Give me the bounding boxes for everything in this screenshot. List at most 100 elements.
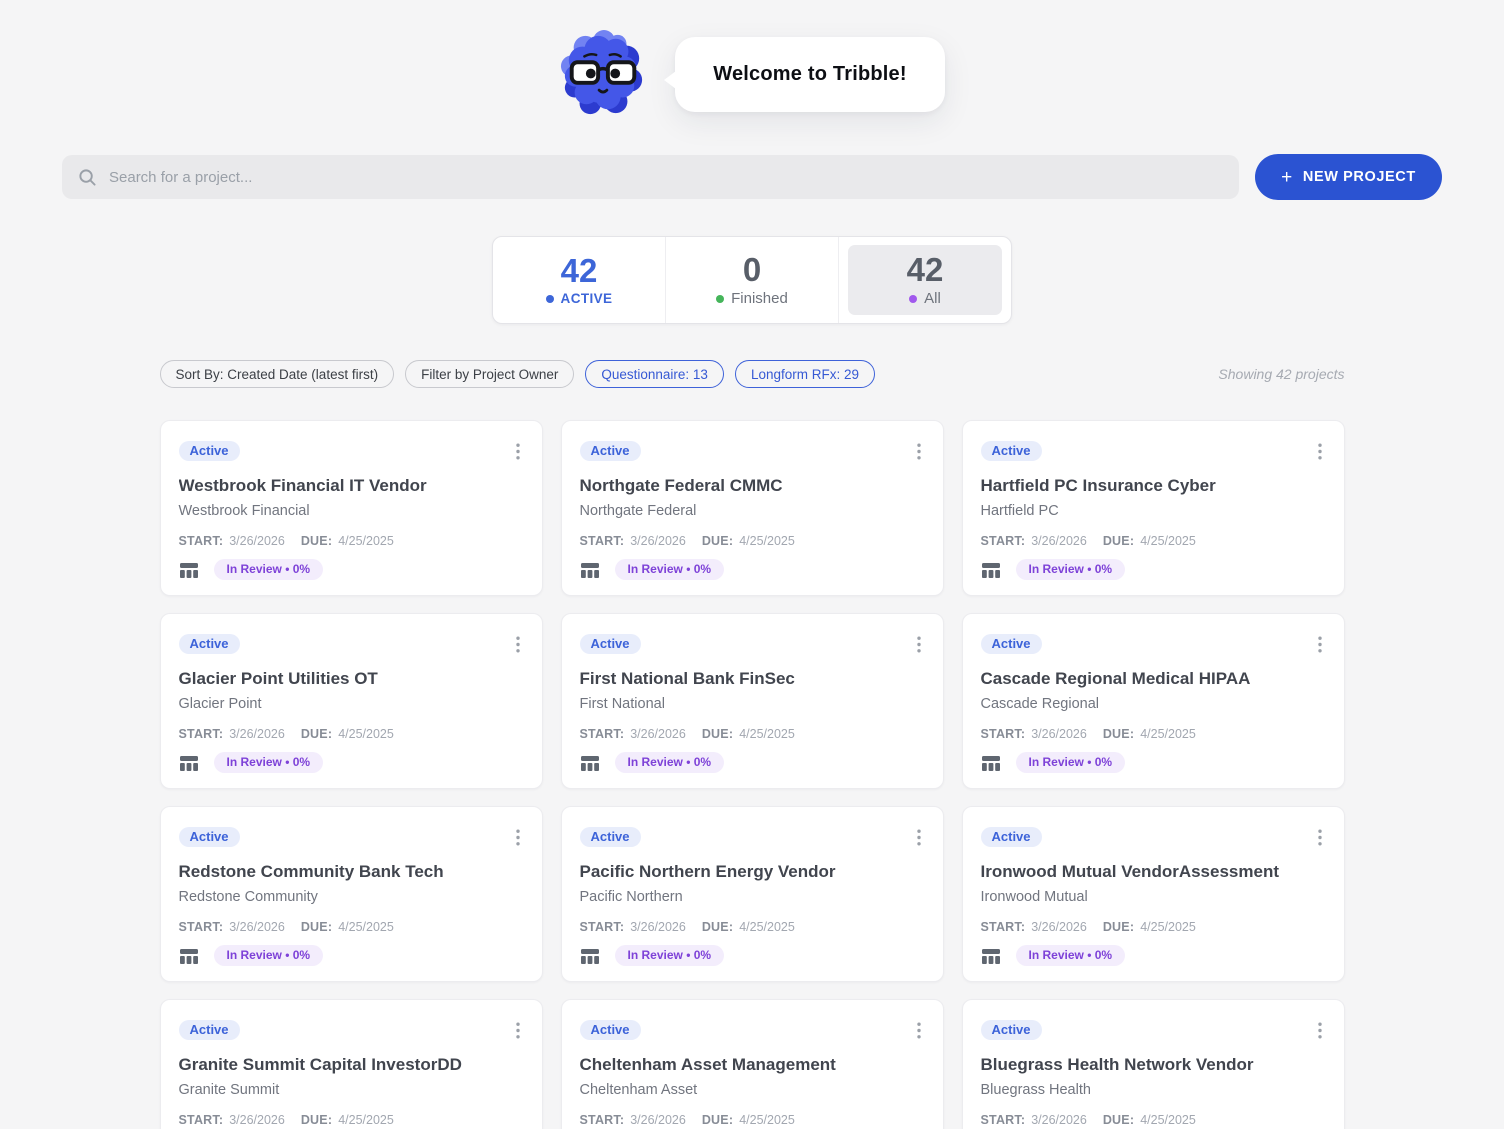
project-subtitle: First National — [579, 696, 665, 712]
due-date: 4/25/2025 — [338, 534, 394, 548]
card-menu-button[interactable] — [1314, 1020, 1326, 1041]
tribble-mascot-icon — [561, 30, 643, 115]
due-label: DUE: — [701, 920, 734, 934]
start-date: 3/26/2026 — [229, 920, 285, 934]
due-date: 4/25/2025 — [739, 1113, 795, 1127]
due-date: 4/25/2025 — [739, 727, 795, 741]
start-date: 3/26/2026 — [1031, 727, 1087, 741]
card-menu-button[interactable] — [512, 827, 524, 848]
project-subtitle: Pacific Northern — [579, 889, 683, 905]
project-card[interactable]: Active Cheltenham Asset Management Chelt… — [560, 999, 944, 1129]
new-project-button[interactable]: + NEW PROJECT — [1255, 154, 1442, 200]
table-icon — [981, 562, 1000, 578]
project-dates: START: 3/26/2026 DUE: 4/25/2025 — [179, 919, 524, 935]
progress-badge: In Review • 0% — [614, 559, 725, 580]
due-label: DUE: — [1102, 534, 1135, 548]
finished-count: 0 — [742, 251, 762, 288]
project-title: Northgate Federal CMMC — [579, 476, 783, 495]
due-label: DUE: — [300, 920, 333, 934]
kebab-icon — [515, 443, 520, 460]
project-stats-card: 42 ACTIVE 0 Finished 42 All — [492, 236, 1012, 324]
card-menu-button[interactable] — [913, 441, 925, 462]
project-card[interactable]: Active Granite Summit Capital InvestorDD… — [159, 999, 543, 1129]
start-label: START: — [980, 1113, 1026, 1127]
start-label: START: — [579, 1113, 625, 1127]
table-icon — [981, 755, 1000, 771]
project-title: Westbrook Financial IT Vendor — [178, 476, 427, 495]
project-subtitle: Granite Summit — [178, 1082, 280, 1098]
project-card[interactable]: Active Bluegrass Health Network Vendor B… — [961, 999, 1345, 1129]
stat-all[interactable]: 42 All — [838, 237, 1011, 323]
start-date: 3/26/2026 — [229, 1113, 285, 1127]
card-menu-button[interactable] — [512, 1020, 524, 1041]
kebab-icon — [1317, 636, 1322, 653]
search-row: + NEW PROJECT — [0, 154, 1504, 200]
table-icon — [580, 755, 599, 771]
plus-icon: + — [1281, 166, 1293, 188]
kebab-icon — [916, 636, 921, 653]
project-card[interactable]: Active First National Bank FinSec First … — [560, 613, 944, 789]
kebab-icon — [1317, 1022, 1322, 1039]
project-subtitle: Northgate Federal — [579, 503, 697, 519]
card-menu-button[interactable] — [913, 1020, 925, 1041]
project-card[interactable]: Active Westbrook Financial IT Vendor Wes… — [159, 420, 543, 596]
start-label: START: — [178, 920, 224, 934]
kebab-icon — [1317, 829, 1322, 846]
card-menu-button[interactable] — [1314, 441, 1326, 462]
project-card[interactable]: Active Redstone Community Bank Tech Reds… — [159, 806, 543, 982]
card-menu-button[interactable] — [913, 827, 925, 848]
project-dates: START: 3/26/2026 DUE: 4/25/2025 — [981, 533, 1326, 549]
longform-rfx-chip[interactable]: Longform RFx: 29 — [734, 360, 875, 388]
progress-badge: In Review • 0% — [1015, 945, 1126, 966]
search-input[interactable] — [109, 168, 1223, 186]
card-menu-button[interactable] — [512, 441, 524, 462]
project-card[interactable]: Active Cascade Regional Medical HIPAA Ca… — [961, 613, 1345, 789]
stat-active[interactable]: 42 ACTIVE — [493, 237, 665, 323]
project-card[interactable]: Active Ironwood Mutual VendorAssessment … — [961, 806, 1345, 982]
start-date: 3/26/2026 — [229, 534, 285, 548]
stat-finished[interactable]: 0 Finished — [665, 237, 838, 323]
due-date: 4/25/2025 — [1140, 534, 1196, 548]
start-date: 3/26/2026 — [1031, 1113, 1087, 1127]
kebab-icon — [1317, 443, 1322, 460]
active-count: 42 — [560, 252, 598, 289]
filter-owner-chip[interactable]: Filter by Project Owner — [405, 360, 575, 388]
table-icon — [179, 562, 198, 578]
kebab-icon — [916, 443, 921, 460]
project-dates: START: 3/26/2026 DUE: 4/25/2025 — [580, 726, 925, 742]
project-title: Ironwood Mutual VendorAssessment — [980, 862, 1280, 881]
project-card[interactable]: Active Hartfield PC Insurance Cyber Hart… — [961, 420, 1345, 596]
progress-badge: In Review • 0% — [1015, 752, 1126, 773]
new-project-label: NEW PROJECT — [1302, 169, 1416, 185]
project-card[interactable]: Active Pacific Northern Energy Vendor Pa… — [560, 806, 944, 982]
due-date: 4/25/2025 — [338, 920, 394, 934]
card-menu-button[interactable] — [1314, 827, 1326, 848]
status-badge: Active — [579, 441, 641, 461]
project-subtitle: Westbrook Financial — [178, 503, 310, 519]
search-box[interactable] — [62, 155, 1239, 199]
table-icon — [580, 562, 599, 578]
project-card[interactable]: Active Glacier Point Utilities OT Glacie… — [159, 613, 543, 789]
project-title: Pacific Northern Energy Vendor — [579, 862, 836, 881]
start-label: START: — [579, 727, 625, 741]
start-date: 3/26/2026 — [229, 727, 285, 741]
start-label: START: — [579, 534, 625, 548]
project-subtitle: Hartfield PC — [980, 503, 1059, 519]
due-label: DUE: — [1102, 727, 1135, 741]
due-label: DUE: — [701, 1113, 734, 1127]
active-label: ACTIVE — [560, 291, 613, 306]
kebab-icon — [916, 829, 921, 846]
status-badge: Active — [579, 634, 641, 654]
progress-badge: In Review • 0% — [213, 752, 324, 773]
sort-by-chip[interactable]: Sort By: Created Date (latest first) — [159, 360, 395, 388]
search-icon — [79, 168, 96, 186]
questionnaire-chip[interactable]: Questionnaire: 13 — [585, 360, 724, 388]
all-dot-icon — [909, 294, 918, 303]
card-menu-button[interactable] — [512, 634, 524, 655]
card-menu-button[interactable] — [913, 634, 925, 655]
card-menu-button[interactable] — [1314, 634, 1326, 655]
start-label: START: — [980, 534, 1026, 548]
project-card[interactable]: Active Northgate Federal CMMC Northgate … — [560, 420, 944, 596]
project-title: Granite Summit Capital InvestorDD — [178, 1055, 462, 1074]
project-dates: START: 3/26/2026 DUE: 4/25/2025 — [580, 533, 925, 549]
